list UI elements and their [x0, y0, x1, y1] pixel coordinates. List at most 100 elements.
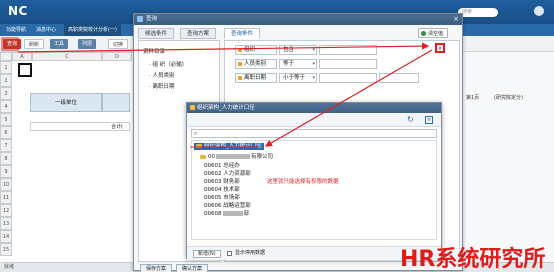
col-header-d: D	[102, 52, 132, 61]
org-dialog-titlebar[interactable]: 组织架构_人力统计口径	[187, 103, 441, 113]
redaction-block	[222, 211, 243, 216]
org-tree-child[interactable]: 00601 总经办	[204, 161, 240, 169]
header-cell-blank	[102, 93, 130, 112]
close-icon[interactable]: ×	[453, 15, 459, 24]
org-node-suffix: 部	[243, 211, 250, 217]
org-search-input[interactable]: ⌕	[191, 129, 437, 138]
org-tree-company[interactable]: 00 有限公司	[200, 152, 273, 160]
tree-item-catalog[interactable]: 资料目录	[143, 47, 165, 55]
org-tree-child[interactable]: 00604 技术部	[204, 185, 240, 193]
tab-query-scheme[interactable]: 查询方案	[180, 28, 217, 39]
row-header: 9	[0, 165, 12, 178]
operator-value: 包含	[283, 47, 295, 53]
tab-candidate-conditions[interactable]: 候选条件	[138, 28, 175, 39]
row-header: 2	[0, 74, 12, 87]
org-tree-root-label: 组织架构_人力统计口径	[204, 143, 262, 149]
org-tree-child[interactable]: 00606 战略运营部	[204, 201, 251, 209]
condition-label: 人员类别	[235, 59, 277, 69]
folder-icon	[196, 143, 202, 148]
row-header: 7	[0, 139, 12, 152]
condition-label-text: 组织	[244, 47, 256, 53]
row-header: 12	[0, 204, 12, 217]
query-button[interactable]: 查询	[3, 39, 22, 49]
show-disabled-label: 显示停用数据	[235, 250, 266, 256]
operator-select[interactable]: 等于 ▾	[279, 59, 317, 69]
clear-values-label: 清空值	[428, 31, 444, 37]
search-icon[interactable]: ⌕	[435, 43, 445, 53]
query-dialog-titlebar[interactable]: 查询 ×	[134, 14, 462, 25]
header-cell-unit: 一级单位	[30, 93, 102, 112]
col-header-c: C	[32, 52, 102, 61]
sum-cell: 合计(	[30, 122, 130, 131]
operator-select[interactable]: 包含 ▾	[279, 45, 317, 55]
search-icon: ⌕	[194, 130, 198, 137]
show-disabled-checkbox[interactable]	[227, 251, 232, 256]
right-panel	[462, 52, 554, 262]
dialog-app-icon	[190, 105, 195, 110]
row-header: 11	[0, 191, 12, 204]
row-header: 1	[0, 61, 12, 74]
row-header: 13	[0, 217, 12, 230]
refresh-button[interactable]: 刷新	[24, 39, 45, 49]
chevron-down-icon: ▾	[312, 75, 315, 81]
condition-value-input[interactable]	[319, 59, 377, 69]
org-node-code: 00608	[204, 211, 222, 217]
tree-item-leave-date[interactable]: · 离职日期	[149, 82, 175, 90]
org-node-code: 00	[208, 154, 215, 160]
org-tree-child[interactable]: 00603 财务部	[204, 177, 240, 185]
org-tree-root[interactable]: 组织架构_人力统计口径	[194, 143, 264, 150]
page-label: 第1页	[466, 95, 480, 101]
user-avatar-icon[interactable]	[534, 6, 544, 16]
global-search-input[interactable]: 搜索	[458, 8, 498, 17]
condition-label-text: 离职日期	[244, 75, 267, 81]
operator-select[interactable]: 小于等于 ▾	[279, 73, 317, 83]
operator-value: 小于等于	[283, 75, 306, 81]
annotation-text: 这里就只能选择有权限的数据	[267, 179, 339, 185]
condition-label-text: 人员类别	[244, 61, 267, 67]
columns-button[interactable]: 列把	[78, 39, 97, 49]
selected-cell[interactable]	[18, 63, 32, 77]
org-dialog-title: 组织架构_人力统计口径	[197, 105, 255, 111]
confirm-scheme-button[interactable]: 确认方案	[176, 264, 209, 272]
condition-value-input-2[interactable]	[379, 73, 419, 83]
clear-values-button[interactable]: 清空值	[418, 28, 449, 38]
org-tree-child-redacted[interactable]: 00608 部	[204, 209, 249, 217]
org-node-suffix: 有限公司	[251, 154, 274, 160]
query-dialog-title: 查询	[146, 16, 158, 22]
info-label: (研究院定分)	[494, 95, 523, 101]
tools-button[interactable]: 工具	[50, 39, 69, 49]
condition-label: 组织	[235, 45, 277, 55]
chevron-down-icon: ▾	[312, 47, 315, 53]
condition-value-input[interactable]	[319, 45, 377, 55]
org-tree: 组织架构_人力统计口径 00 有限公司 00601 总经办 00602 人力资源部…	[191, 140, 437, 240]
new-button[interactable]: 新增(N)	[193, 250, 221, 258]
col-header-a: A	[12, 52, 32, 61]
tree-item-person-type[interactable]: · 人员类别	[149, 71, 175, 79]
dialog-app-icon	[137, 16, 143, 22]
refresh-icon[interactable]: ↻	[407, 116, 415, 124]
nc-logo: NC	[8, 4, 28, 18]
filter-icon[interactable]: ≡	[425, 116, 433, 124]
menu-report-tab[interactable]: 高职类院校计分析(一)	[64, 24, 121, 36]
tree-item-org[interactable]: · 组 织（必输）	[149, 60, 187, 68]
org-dialog-toolbar: ↻ ≡	[187, 113, 441, 127]
field-icon	[238, 76, 242, 80]
row-header: 5	[0, 113, 12, 126]
field-icon	[238, 48, 242, 52]
row-header: 10	[0, 178, 12, 191]
operator-value: 等于	[283, 61, 295, 67]
row-header: 15	[0, 243, 12, 256]
folder-icon	[200, 154, 206, 159]
menu-function-nav[interactable]: 功能导航	[6, 26, 26, 33]
menu-message-center[interactable]: 消息中心	[36, 26, 56, 33]
org-tree-child[interactable]: 00605 市场部	[204, 193, 240, 201]
row-header: 4	[0, 100, 12, 113]
chevron-down-icon: ▾	[312, 61, 315, 67]
switch-button[interactable]: 切换	[108, 39, 129, 49]
tab-query-conditions[interactable]: 查询条件	[224, 28, 261, 39]
condition-value-input[interactable]	[319, 73, 377, 83]
row-header: 6	[0, 126, 12, 139]
row-header: 14	[0, 230, 12, 243]
org-tree-child[interactable]: 00602 人力资源部	[204, 169, 251, 177]
save-scheme-button[interactable]: 保存方案	[140, 264, 173, 272]
